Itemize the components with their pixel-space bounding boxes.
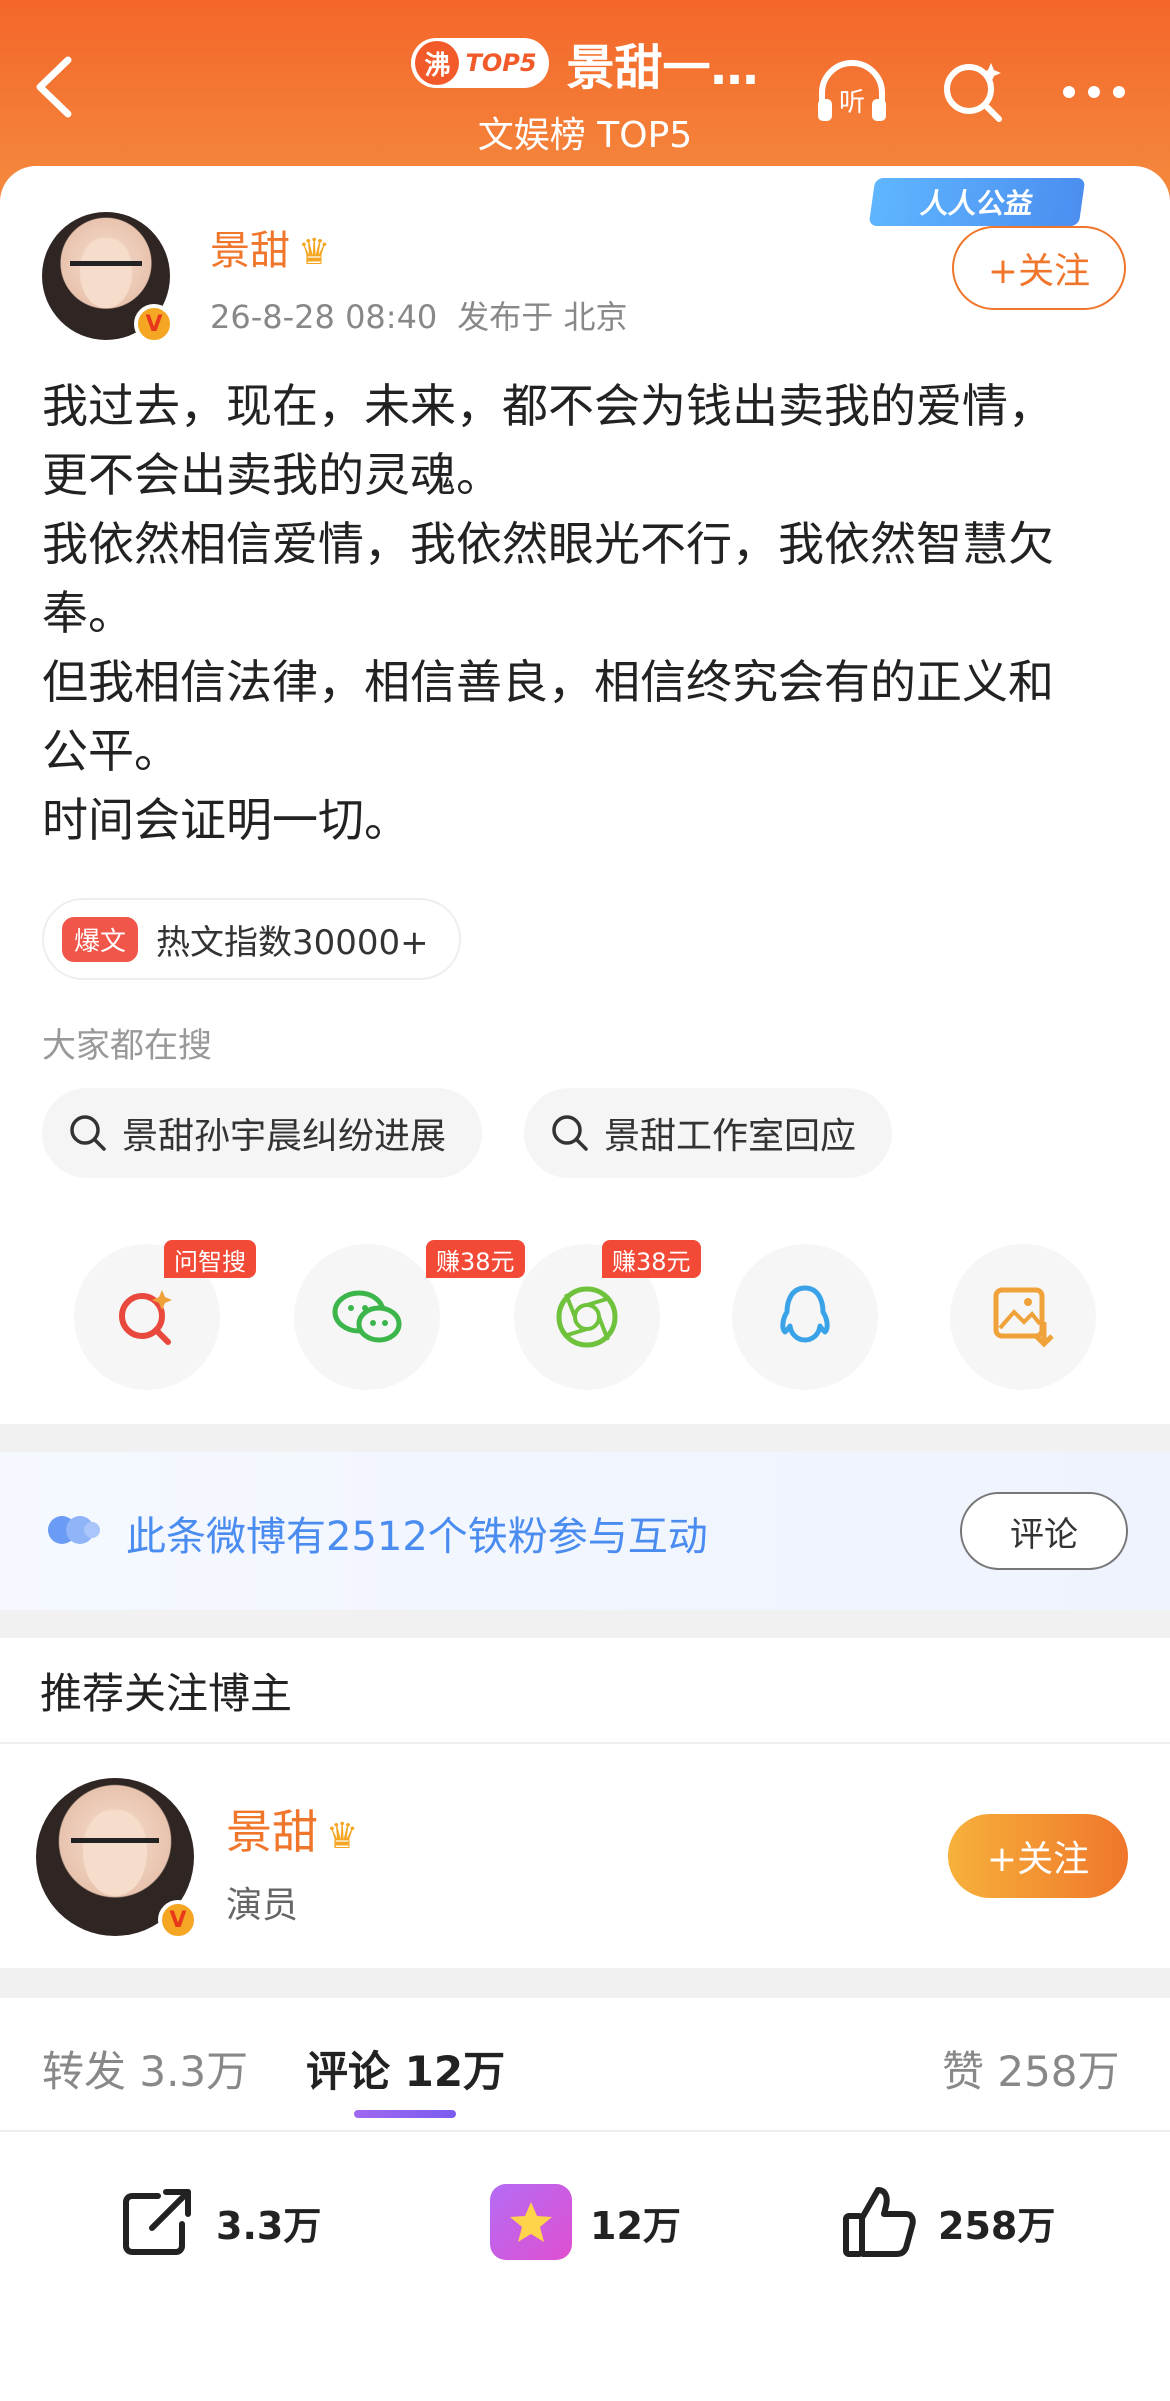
search-icon [70,1115,106,1151]
section-divider [0,1610,1170,1638]
post-location: 发布于 北京 [457,298,628,336]
share-tag: 赚38元 [426,1240,525,1278]
comment-star-icon [490,2184,572,2260]
share-wechat-button[interactable] [294,1244,440,1390]
tab-comment[interactable]: 评论 12万 [306,2038,505,2099]
hot-index-pill[interactable]: 爆文 热文指数30000+ [42,898,461,980]
share-icon [123,2189,191,2255]
save-image-icon [993,1287,1054,1348]
post-time: 26-8-28 08:40 [210,298,438,336]
qq-icon [780,1285,830,1343]
thumbs-up-icon [843,2187,916,2257]
verified-icon: V [158,1900,198,1940]
fan-interaction-strip[interactable]: 此条微博有2512个铁粉参与互动 评论 [0,1452,1170,1610]
rank-label: TOP5 [465,49,537,77]
listen-button[interactable]: 听 [812,52,892,132]
section-divider [0,1968,1170,1998]
hot-tag: 爆文 [62,916,139,962]
search-chip-label: 景甜孙宇晨纠纷进展 [122,1116,447,1157]
fan-interaction-text: 此条微博有2512个铁粉参与互动 [126,1514,708,1560]
recommend-follow-button[interactable]: +关注 [948,1814,1128,1898]
search-chip-label: 景甜工作室回应 [604,1116,857,1157]
wechat-icon [332,1290,402,1343]
share-tag: 赚38元 [602,1240,701,1278]
post-body: 我过去，现在，未来，都不会为钱出卖我的爱情， 更不会出卖我的灵魂。 我依然相信爱… [42,379,1054,847]
crown-icon: ♛ [298,232,331,273]
section-divider [0,1424,1170,1452]
trending-search-label: 大家都在搜 [42,1026,212,1066]
divider [0,1742,1170,1744]
tab-like[interactable]: 赞 258万 [942,2038,1120,2099]
fan-icon [48,1516,100,1544]
more-button[interactable] [1054,52,1134,132]
recommend-role: 演员 [226,1885,299,1926]
headphones-icon: 听 [818,60,886,121]
follow-button[interactable]: +关注 [952,226,1126,310]
moments-icon [556,1286,618,1348]
comment-action[interactable]: 12万 [490,2184,681,2260]
crown-icon: ♛ [326,1816,359,1857]
repost-action[interactable]: 3.3万 [118,2184,321,2260]
author-name-row[interactable]: 景甜 ♛ [210,218,330,276]
more-dots-icon [1063,86,1125,98]
repost-count: 3.3万 [216,2203,322,2248]
verified-icon: V [134,304,174,344]
post-meta: 26-8-28 08:40 发布于 北京 [210,292,627,338]
search-chip[interactable]: 景甜孙宇晨纠纷进展 [42,1088,483,1178]
hot-rank-badge: 沸 TOP5 [411,38,549,88]
like-count: 258万 [938,2203,1056,2248]
like-action[interactable]: 258万 [840,2184,1055,2260]
share-qq-button[interactable] [732,1244,878,1390]
zhisou-icon [119,1290,172,1345]
listen-label: 听 [839,88,865,118]
comment-button[interactable]: 评论 [960,1492,1128,1570]
save-image-button[interactable] [950,1244,1096,1390]
tab-repost[interactable]: 转发 3.3万 [42,2038,248,2099]
page-title: 景甜一… [566,40,759,96]
divider [0,2130,1170,2132]
share-tag: 问智搜 [164,1240,256,1278]
search-button[interactable] [934,52,1014,132]
hot-index-text: 热文指数30000+ [156,922,429,963]
recommend-name-row[interactable]: 景甜 ♛ [226,1796,358,1862]
author-avatar[interactable]: V [42,212,174,344]
active-tab-indicator [354,2110,456,2118]
recommend-name[interactable]: 景甜 [226,1805,318,1859]
comment-count: 12万 [590,2203,681,2248]
search-icon [552,1115,588,1151]
post-card: V 景甜 ♛ 26-8-28 08:40 发布于 北京 人人公益 +关注 我过去，现… [0,166,1170,1424]
author-name[interactable]: 景甜 [210,228,290,274]
search-chip[interactable]: 景甜工作室回应 [524,1088,893,1178]
charity-badge[interactable]: 人人公益 [868,178,1086,226]
recommend-avatar[interactable]: V [36,1778,198,1940]
fire-icon: 沸 [415,41,460,85]
recommend-title: 推荐关注博主 [40,1669,293,1718]
search-icon [944,63,1002,122]
